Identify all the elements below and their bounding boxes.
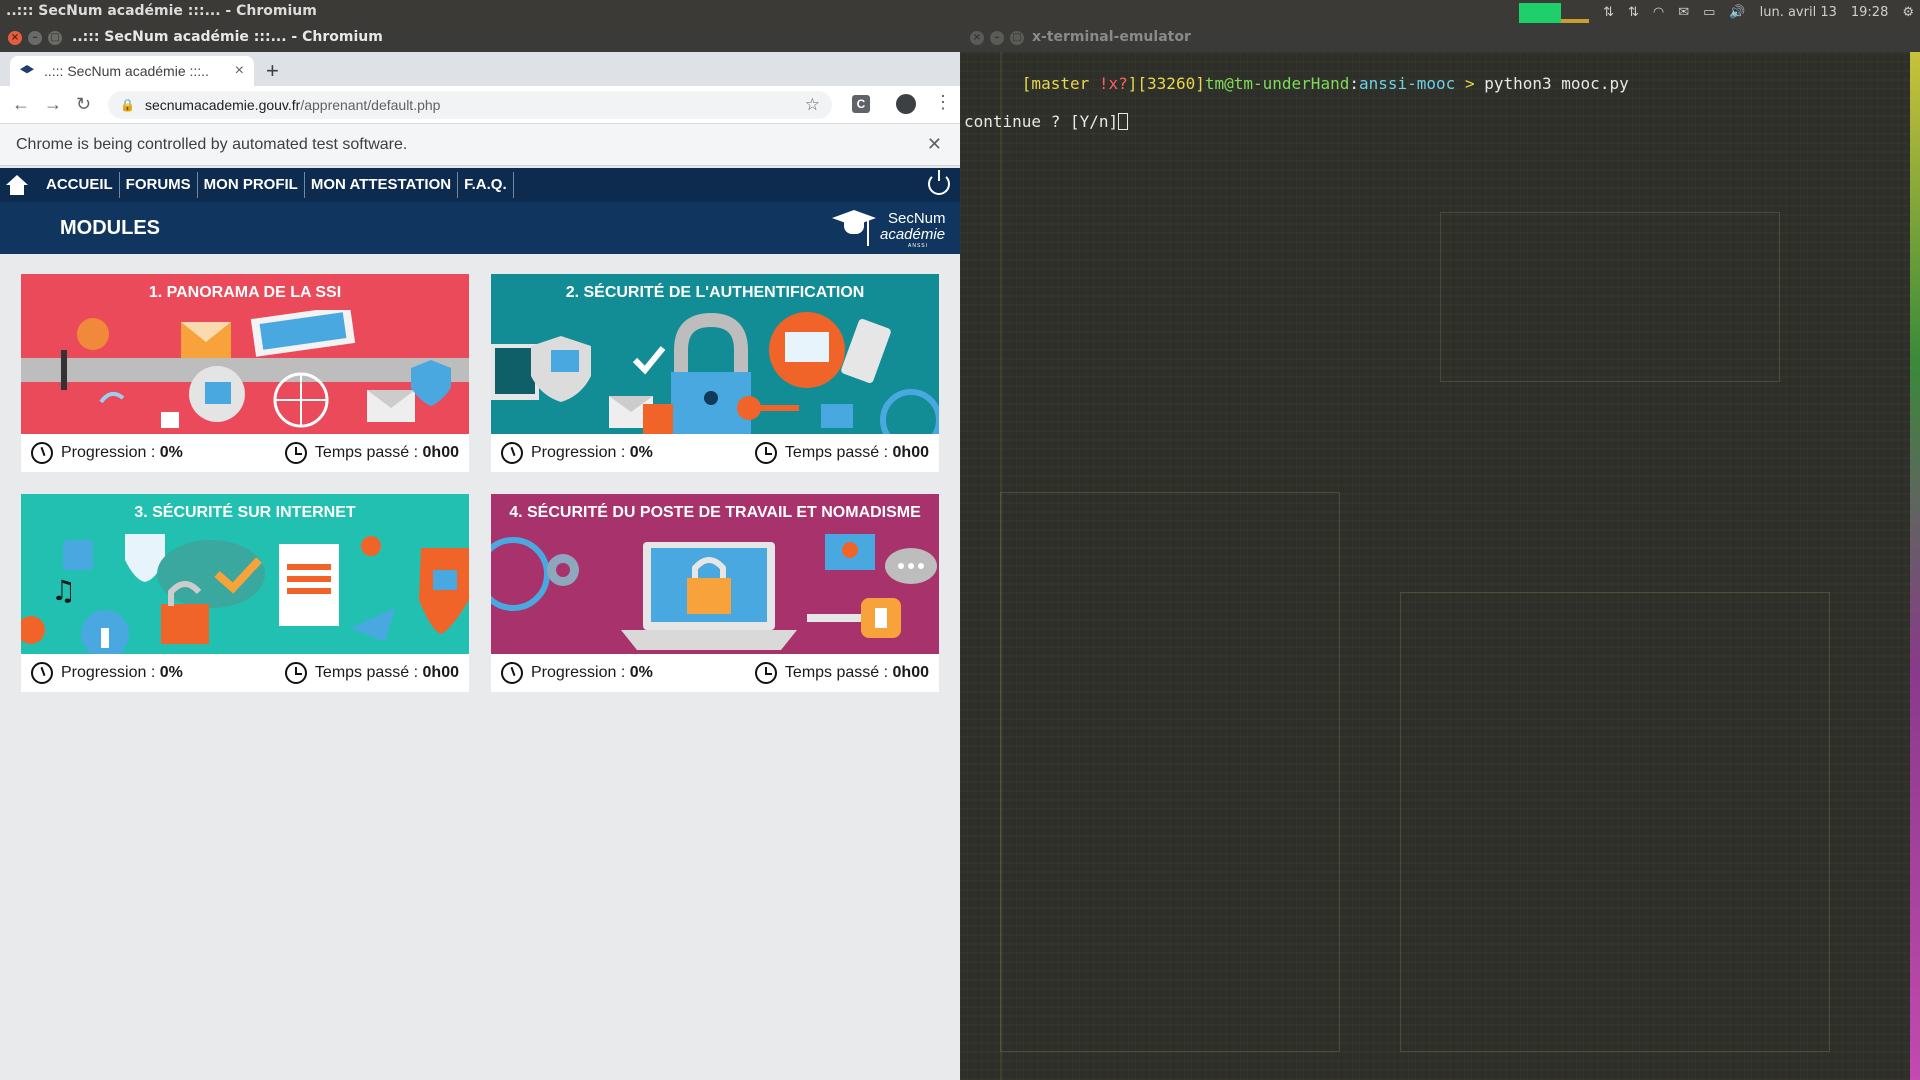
module-illustration	[491, 310, 939, 434]
module-card-3[interactable]: 3. SÉCURITÉ SUR INTERNET ♫ Progression:…	[21, 494, 469, 692]
module-card-2[interactable]: 2. SÉCURITÉ DE L'AUTHENTIFICATION Progre…	[491, 274, 939, 472]
module-title[interactable]: 4. SÉCURITÉ DU POSTE DE TRAVAIL ET NOMAD…	[491, 494, 939, 530]
progress-gauge-icon	[31, 442, 53, 464]
clock-label[interactable]: 19:28	[1851, 5, 1888, 20]
module-title[interactable]: 3. SÉCURITÉ SUR INTERNET	[21, 494, 469, 530]
terminal-edge-stripe	[1910, 52, 1920, 1080]
module-illustration: ♫	[21, 530, 469, 654]
back-icon[interactable]: ←	[12, 94, 30, 115]
module-footer: Progression : 0% Temps passé : 0h00	[21, 654, 469, 692]
terminal-close-button[interactable]: ×	[970, 31, 984, 45]
continue-prompt-line: continue ? [Y/n]	[964, 112, 1916, 131]
module-footer: Progression : 0% Temps passé : 0h00	[491, 434, 939, 472]
favicon-icon	[20, 65, 34, 74]
web-page: ACCUEIL FORUMS MON PROFIL MON ATTESTATIO…	[0, 168, 960, 1080]
module-title[interactable]: 1. PANORAMA DE LA SSI	[21, 274, 469, 310]
window-close-button[interactable]: ×	[8, 31, 22, 45]
module-illustration	[21, 310, 469, 434]
module-card-4[interactable]: 4. SÉCURITÉ DU POSTE DE TRAVAIL ET NOMAD…	[491, 494, 939, 692]
system-monitor-graph[interactable]	[1519, 1, 1590, 23]
new-tab-button[interactable]: +	[266, 58, 279, 84]
progress-gauge-icon	[501, 662, 523, 684]
active-window-title: ..::: SecNum académie :::... - Chromium	[6, 3, 317, 19]
battery-icon[interactable]: ▭	[1703, 5, 1715, 20]
progress-text: Progression : 0%	[531, 664, 653, 681]
home-icon[interactable]	[6, 175, 28, 195]
terminal-maximize-button[interactable]: □	[1010, 31, 1024, 45]
extension-icon[interactable]: C	[852, 95, 870, 113]
mail-icon[interactable]: ✉	[1678, 5, 1689, 20]
nav-forums[interactable]: FORUMS	[120, 172, 198, 198]
terminal-window: × – □ x-terminal-emulator [master !x?][3…	[960, 24, 1920, 1080]
module-illustration	[491, 530, 939, 654]
volume-icon[interactable]: 🔊	[1729, 5, 1745, 20]
top-panel: ..::: SecNum académie :::... - Chromium …	[0, 0, 1920, 24]
prompt-line: [master !x?][33260]tm@tm-underHand:anssi…	[1021, 74, 1629, 93]
time-spent-text: Temps passé : 0h00	[314, 444, 459, 461]
terminal-minimize-button[interactable]: –	[990, 31, 1004, 45]
browser-titlebar: × – □ ..::: SecNum académie :::... - Chr…	[0, 24, 960, 52]
reload-icon[interactable]: ↻	[76, 94, 91, 115]
chromium-window: × – □ ..::: SecNum académie :::... - Chr…	[0, 24, 960, 1080]
window-minimize-button[interactable]: –	[28, 31, 42, 45]
module-card-1[interactable]: 1. PANORAMA DE LA SSI Progression: 0% T…	[21, 274, 469, 472]
lock-icon[interactable]: 🔒	[120, 98, 135, 112]
window-maximize-button[interactable]: □	[48, 31, 62, 45]
clock-icon	[284, 662, 307, 684]
nav-mon-attestation[interactable]: MON ATTESTATION	[305, 172, 459, 198]
network-up-icon[interactable]: ⇅	[1603, 5, 1614, 20]
automation-infobar: Chrome is being controlled by automated …	[0, 124, 960, 166]
logout-power-icon[interactable]	[928, 170, 950, 195]
nav-accueil[interactable]: ACCUEIL	[40, 172, 120, 198]
secnum-logo: SecNum académie ANSSI	[830, 206, 954, 252]
page-title: MODULES	[60, 217, 160, 239]
progress-text: Progression : 0%	[61, 444, 183, 461]
graduation-cap-icon	[832, 210, 876, 246]
progress-text: Progression : 0%	[531, 444, 653, 461]
svg-text:♫: ♫	[51, 574, 76, 607]
terminal-titlebar: × – □ x-terminal-emulator	[960, 24, 1920, 52]
module-footer: Progression : 0% Temps passé : 0h00	[491, 654, 939, 692]
section-header: MODULES SecNum académie ANSSI	[0, 202, 960, 254]
time-spent-text: Temps passé : 0h00	[784, 444, 929, 461]
terminal-output[interactable]: [master !x?][33260]tm@tm-underHand:anssi…	[960, 52, 1920, 1080]
settings-gear-icon[interactable]: ⚙	[1902, 5, 1914, 20]
url-text[interactable]: secnumacademie.gouv.fr/apprenant/default…	[145, 97, 805, 113]
nav-mon-profil[interactable]: MON PROFIL	[198, 172, 305, 198]
network-down-icon[interactable]: ⇅	[1628, 5, 1639, 20]
module-footer: Progression : 0% Temps passé : 0h00	[21, 434, 469, 472]
site-nav: ACCUEIL FORUMS MON PROFIL MON ATTESTATIO…	[0, 168, 960, 202]
clock-icon	[754, 442, 777, 464]
nav-faq[interactable]: F.A.Q.	[458, 172, 514, 198]
forward-icon[interactable]: →	[44, 94, 62, 115]
time-spent-text: Temps passé : 0h00	[784, 664, 929, 681]
infobar-close-icon[interactable]: ✕	[927, 134, 942, 155]
browser-window-title: ..::: SecNum académie :::... - Chromium	[72, 29, 383, 45]
clock-icon	[754, 662, 777, 684]
tab-close-icon[interactable]: ×	[235, 62, 244, 80]
time-spent-text: Temps passé : 0h00	[314, 664, 459, 681]
tab-label: ..::: SecNum académie :::..	[44, 63, 209, 79]
address-bar[interactable]: 🔒 secnumacademie.gouv.fr/apprenant/defau…	[108, 91, 832, 119]
terminal-title: x-terminal-emulator	[1032, 29, 1191, 45]
bookmark-star-icon[interactable]: ☆	[805, 95, 820, 115]
profile-avatar-icon[interactable]	[896, 94, 916, 114]
module-title[interactable]: 2. SÉCURITÉ DE L'AUTHENTIFICATION	[491, 274, 939, 310]
progress-text: Progression : 0%	[61, 664, 183, 681]
tab-strip: ..::: SecNum académie :::.. × +	[0, 52, 960, 86]
browser-tab[interactable]: ..::: SecNum académie :::.. ×	[10, 56, 254, 86]
wifi-icon[interactable]: ◠	[1653, 5, 1664, 20]
menu-kebab-icon[interactable]: ⋮	[934, 92, 952, 113]
date-label[interactable]: lun. avril 13	[1760, 5, 1837, 20]
infobar-text: Chrome is being controlled by automated …	[16, 136, 408, 153]
progress-gauge-icon	[31, 662, 53, 684]
system-tray: ⇅ ⇅ ◠ ✉ ▭ 🔊 lun. avril 13 19:28 ⚙	[1519, 0, 1914, 24]
clock-icon	[284, 442, 307, 464]
terminal-cursor	[1118, 113, 1129, 130]
browser-toolbar: ← → ↻ 🔒 secnumacademie.gouv.fr/apprenant…	[0, 86, 960, 124]
progress-gauge-icon	[501, 442, 523, 464]
